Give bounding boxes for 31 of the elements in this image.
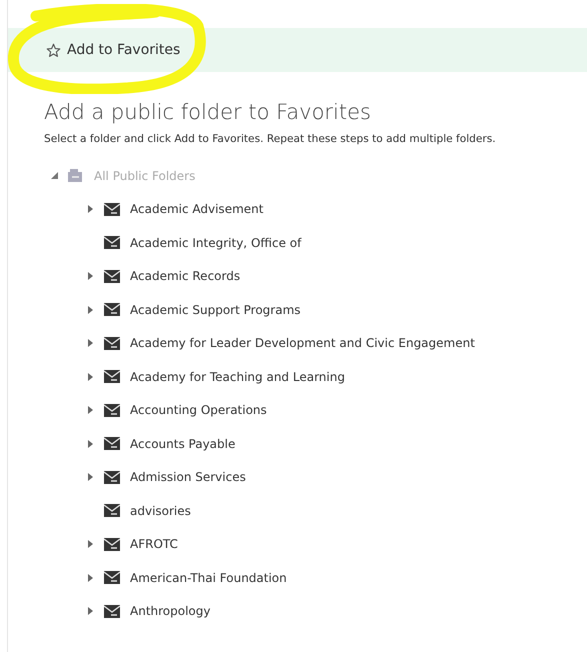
mail-folder-icon xyxy=(104,404,120,417)
mail-folder-icon xyxy=(104,336,120,350)
mail-folder-icon xyxy=(104,236,120,250)
tree-item[interactable]: Academic Records xyxy=(130,269,240,284)
tree-item[interactable]: Academy for Teaching and Learning xyxy=(130,370,345,384)
tree-item[interactable]: Academic Advisement xyxy=(130,202,264,216)
mail-folder-icon xyxy=(104,538,120,551)
tree-item[interactable]: Accounting Operations xyxy=(130,403,267,418)
tree-item[interactable]: Anthropology xyxy=(130,604,210,618)
instructions-text: Select a folder and click Add to Favorites. Repeat these steps to add multiple folders. xyxy=(44,133,497,145)
tree-item[interactable]: Academic Integrity, Office of xyxy=(130,236,302,250)
tree-item[interactable]: Admission Services xyxy=(130,470,246,484)
tree-item[interactable]: Accounts Payable xyxy=(130,436,236,451)
mail-folder-icon xyxy=(104,437,120,450)
tree-item[interactable]: Academic Support Programs xyxy=(130,302,301,317)
tree-item[interactable]: AFROTC xyxy=(130,537,178,552)
mail-folder-icon xyxy=(104,370,120,384)
tree-item[interactable]: advisories xyxy=(130,504,191,518)
tree-item[interactable]: American-Thai Foundation xyxy=(130,570,287,585)
tree-item[interactable]: Academy for Leader Development and Civic Engagement xyxy=(130,336,475,350)
mail-folder-icon xyxy=(104,504,120,518)
mail-folder-icon xyxy=(104,270,120,283)
folders-icon xyxy=(68,169,84,182)
mail-folder-icon xyxy=(104,571,120,584)
star-icon xyxy=(46,42,61,58)
page-heading: Add a public folder to Favorites xyxy=(44,100,372,124)
mail-folder-icon xyxy=(104,470,120,484)
mail-folder-icon xyxy=(104,303,120,316)
mail-folder-icon xyxy=(104,202,120,216)
add-to-favorites-button[interactable]: Add to Favorites xyxy=(40,38,186,62)
mail-folder-icon xyxy=(104,604,120,618)
